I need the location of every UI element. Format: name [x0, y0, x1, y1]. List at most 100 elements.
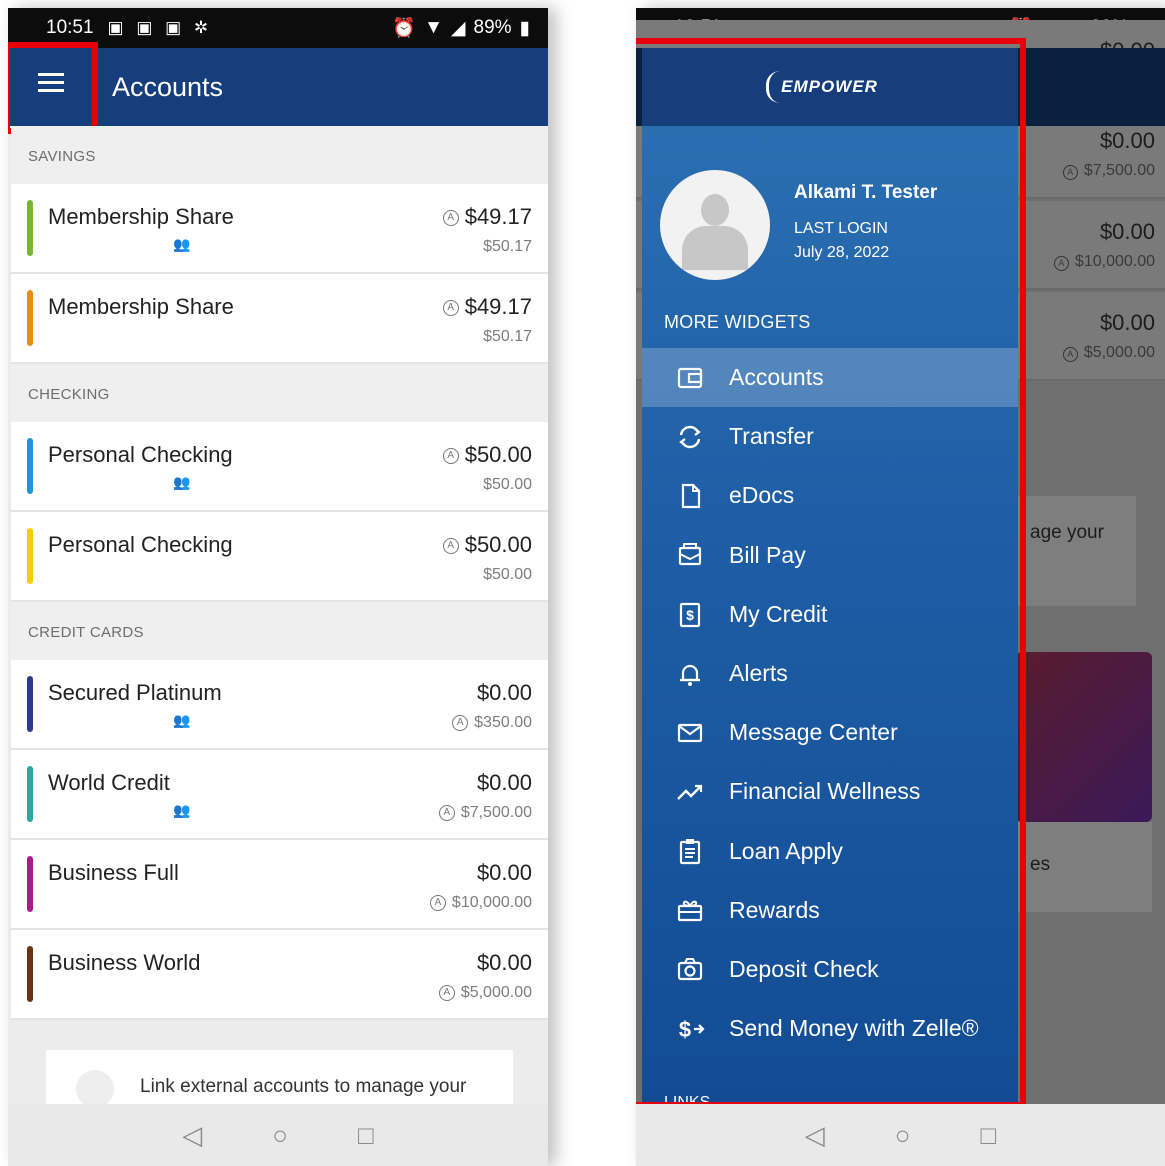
available-icon: A [452, 714, 469, 731]
drawer-item-label: Alerts [729, 660, 788, 687]
account-row[interactable]: Business World $0.00 A $5,000.00 [11, 930, 548, 1020]
account-sub-balance: A $7,500.00 [438, 804, 532, 822]
trend-up-icon [673, 775, 707, 809]
account-balance: A $50.00 [442, 442, 532, 468]
drawer-item-label: Bill Pay [729, 541, 806, 568]
drawer-item-loan-apply[interactable]: Loan Apply [642, 822, 1018, 881]
account-color-bar [27, 676, 33, 732]
drawer-item-financial-wellness[interactable]: Financial Wellness [642, 762, 1018, 821]
account-row[interactable]: Membership Share A $49.17 $50.17 [11, 274, 548, 364]
bg-promo-image [1016, 652, 1152, 822]
document-icon [673, 479, 707, 513]
section-header: SAVINGS [11, 126, 548, 184]
hamburger-menu-button[interactable] [26, 68, 76, 108]
avatar[interactable] [660, 170, 770, 280]
drawer-item-my-credit[interactable]: $ My Credit [642, 585, 1018, 644]
svg-text:$: $ [679, 1017, 691, 1042]
account-row[interactable]: Secured Platinum 👥 $0.00 A $350.00 [11, 660, 548, 750]
bell-icon [673, 657, 707, 691]
home-icon[interactable]: ○ [272, 1120, 288, 1151]
transfer-icon [673, 420, 707, 454]
android-nav-bar: ◁ ○ □ [636, 1104, 1165, 1166]
account-balance: $0.00 [476, 950, 532, 975]
drawer-item-message-center[interactable]: Message Center [642, 703, 1018, 762]
account-balance: A $49.17 [442, 204, 532, 230]
account-color-bar [27, 946, 33, 1002]
drawer-item-label: Rewards [729, 896, 820, 923]
section-header: CREDIT CARDS [11, 602, 548, 660]
bill-pay-icon [673, 538, 707, 572]
drawer-item-label: Send Money with Zelle® [729, 1015, 979, 1042]
last-login-label: LAST LOGIN [794, 220, 888, 237]
android-nav-bar: ◁ ○ □ [8, 1104, 548, 1166]
signal-icon: ◢ [450, 17, 466, 39]
joint-owner-icon: 👥 [173, 712, 191, 728]
clipboard-icon [673, 834, 707, 868]
recents-icon[interactable]: □ [981, 1120, 997, 1151]
svg-text:$: $ [686, 607, 694, 623]
joint-owner-icon: 👥 [173, 802, 191, 818]
bg-promo-card: es [1016, 822, 1152, 912]
account-balance: $0.00 [476, 860, 532, 885]
link-card-text: Link external accounts to manage your [140, 1076, 467, 1097]
drawer-header: EMPOWER [642, 48, 1018, 126]
account-name: Membership Share [48, 204, 234, 229]
home-icon[interactable]: ○ [895, 1120, 911, 1151]
back-icon[interactable]: ◁ [182, 1120, 202, 1151]
available-icon: A [442, 210, 459, 227]
account-name: Business Full [48, 860, 179, 885]
joint-owner-icon: 👥 [173, 236, 191, 252]
bg-account-balance: $0.00 [1099, 219, 1155, 244]
available-icon: A [442, 538, 459, 555]
available-icon: A [438, 984, 455, 1001]
drawer-item-send-money-with-zelle[interactable]: $ Send Money with Zelle® [642, 999, 1018, 1058]
account-balance: A $49.17 [442, 294, 532, 320]
drawer-item-label: Financial Wellness [729, 778, 921, 805]
drawer-item-bill-pay[interactable]: Bill Pay [642, 526, 1018, 585]
account-name: Membership Share [48, 294, 234, 319]
user-name: Alkami T. Tester [794, 182, 938, 203]
alarm-icon: ⏰ [392, 18, 417, 39]
account-color-bar [27, 438, 33, 494]
drawer-item-label: eDocs [729, 482, 795, 509]
account-name: Personal Checking [48, 442, 233, 467]
account-row[interactable]: Membership Share 👥 A $49.17 $50.17 [11, 184, 548, 274]
account-sub-balance: A $10,000.00 [429, 894, 532, 912]
account-sub-balance: A $350.00 [452, 714, 532, 732]
account-row[interactable]: Business Full $0.00 A $10,000.00 [11, 840, 548, 930]
send-money-icon: $ [673, 1012, 707, 1046]
drawer-item-rewards[interactable]: Rewards [642, 881, 1018, 940]
account-sub-balance: $50.00 [483, 566, 532, 583]
back-icon[interactable]: ◁ [805, 1120, 825, 1151]
account-row[interactable]: Personal Checking 👥 A $50.00 $50.00 [11, 422, 548, 512]
drawer-item-alerts[interactable]: Alerts [642, 644, 1018, 703]
drawer-item-edocs[interactable]: eDocs [642, 466, 1018, 525]
status-bar: 10:51 ▣ ▣ ▣ ✲ ⏰ ▼ ◢ 89% ▮ [8, 8, 548, 48]
drawer-item-accounts[interactable]: Accounts [642, 348, 1018, 408]
account-color-bar [27, 290, 33, 346]
account-color-bar [27, 528, 33, 584]
bg-card: age your [1016, 496, 1136, 606]
page-title: Accounts [112, 72, 224, 102]
drawer-item-transfer[interactable]: Transfer [642, 407, 1018, 466]
drawer-item-label: Message Center [729, 719, 898, 746]
links-header: LINKS [664, 1094, 711, 1104]
link-external-card[interactable]: Link external accounts to manage your [46, 1050, 513, 1104]
account-row[interactable]: Personal Checking A $50.00 $50.00 [11, 512, 548, 602]
drawer-item-label: Transfer [729, 423, 814, 450]
empower-logo: EMPOWER [766, 71, 894, 103]
drawer-item-deposit-check[interactable]: Deposit Check [642, 940, 1018, 999]
credit-icon: $ [673, 597, 707, 631]
account-name: Business World [48, 950, 201, 975]
battery-icon: ▮ [519, 17, 530, 39]
drawer-menu: Accounts Transfer eDocs Bill Pay $ My Credit A… [642, 348, 1018, 1058]
bg-promo-text: es [1030, 854, 1051, 875]
recents-icon[interactable]: □ [358, 1120, 374, 1151]
account-row[interactable]: World Credit 👥 $0.00 A $7,500.00 [11, 750, 548, 840]
account-color-bar [27, 856, 33, 912]
notification-icons: ▣ ▣ ▣ ✲ [107, 18, 213, 37]
account-sub-balance: $50.17 [483, 238, 532, 255]
joint-owner-icon: 👥 [173, 474, 191, 490]
last-login-date: July 28, 2022 [794, 244, 890, 261]
account-sub-balance: $50.17 [483, 328, 532, 345]
